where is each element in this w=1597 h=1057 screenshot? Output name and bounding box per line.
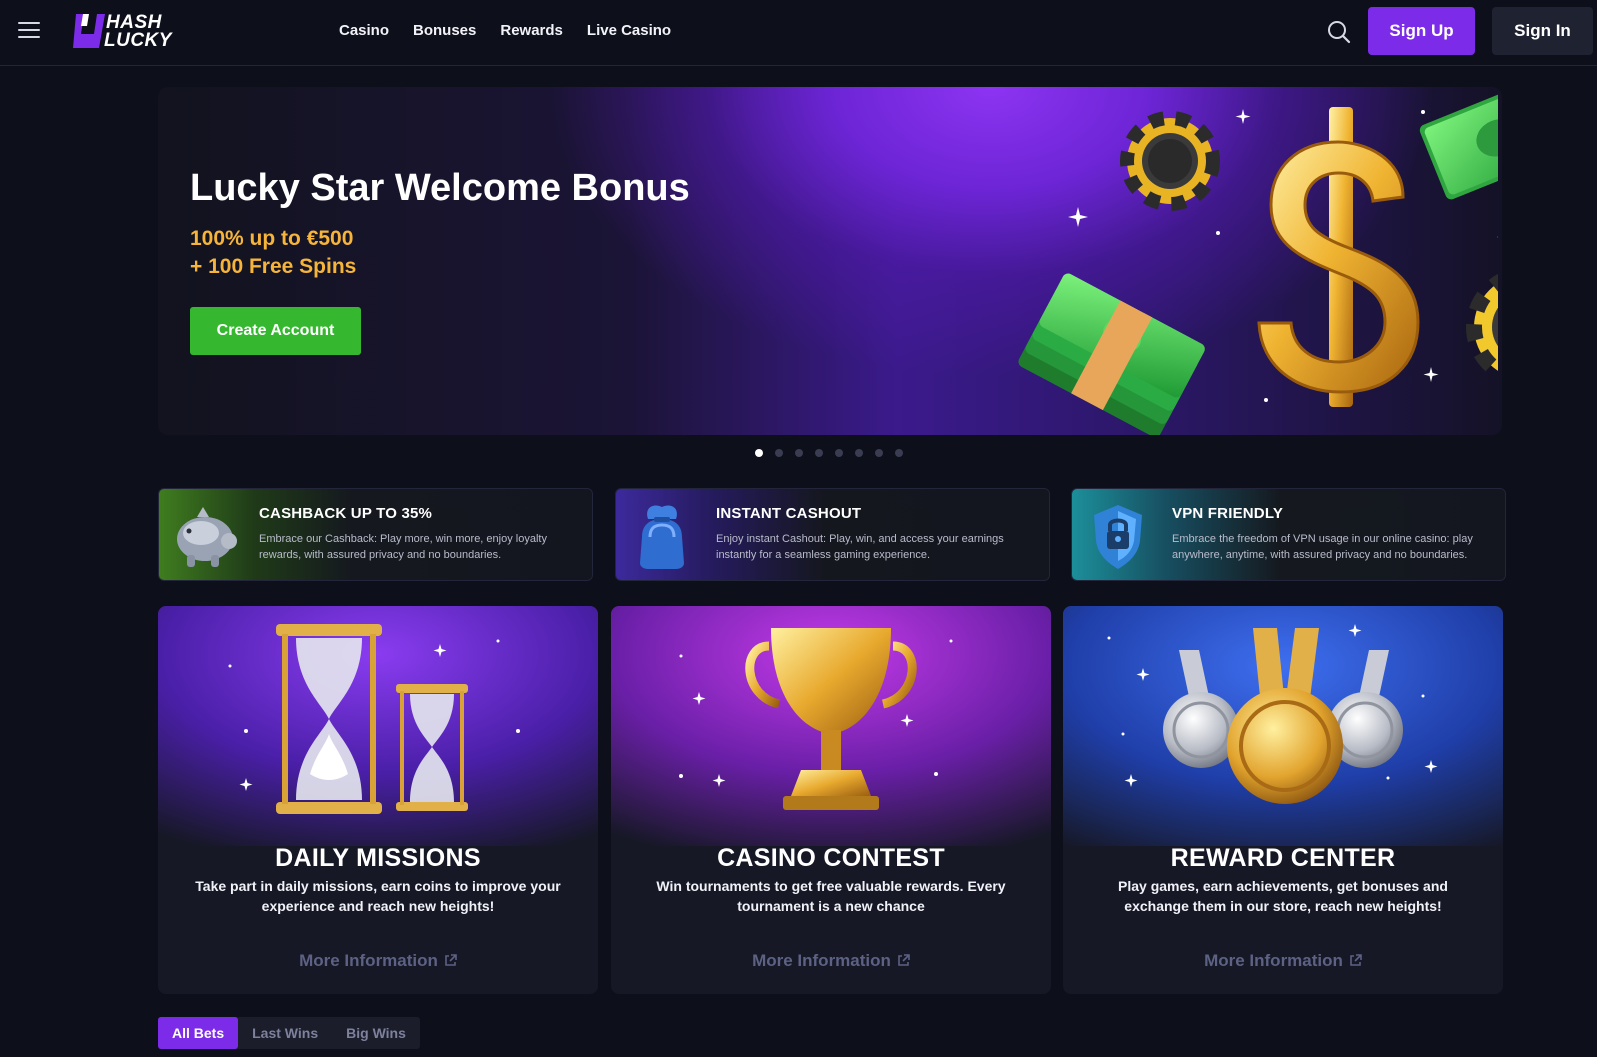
hero-bonus-amount: 100% up to €500 <box>190 227 354 250</box>
external-link-icon <box>898 954 910 966</box>
hashlucky-logo[interactable]: HASH LUCKY <box>70 11 180 51</box>
slide-dot-4[interactable] <box>815 449 823 457</box>
search-icon[interactable] <box>1326 19 1352 45</box>
shield-lock-icon <box>1094 505 1142 569</box>
sign-in-button[interactable]: Sign In <box>1492 7 1593 55</box>
medals-icon <box>1063 606 1503 846</box>
external-link-icon <box>1350 954 1362 966</box>
more-information-link[interactable]: More Information <box>611 951 1051 971</box>
sign-up-button[interactable]: Sign Up <box>1368 7 1475 55</box>
slide-dot-2[interactable] <box>775 449 783 457</box>
hamburger-menu-icon[interactable] <box>18 20 42 40</box>
tab-all-bets[interactable]: All Bets <box>158 1017 239 1049</box>
feature-description: Enjoy instant Cashout: Play, win, and ac… <box>716 533 1004 561</box>
create-account-button[interactable]: Create Account <box>190 307 361 355</box>
money-bag-icon <box>640 505 684 569</box>
tab-last-wins[interactable]: Last Wins <box>238 1017 332 1049</box>
feature-instant-cashout[interactable]: INSTANT CASHOUT Enjoy instant Cashout: P… <box>615 488 1050 581</box>
card-reward-center[interactable]: REWARD CENTER Play games, earn achieveme… <box>1063 606 1503 994</box>
hero-title: Lucky Star Welcome Bonus <box>190 167 690 209</box>
more-information-label: More Information <box>752 951 891 970</box>
piggy-bank-icon <box>177 507 237 567</box>
more-information-link[interactable]: More Information <box>1063 951 1503 971</box>
slide-dot-6[interactable] <box>855 449 863 457</box>
hero-free-spins: + 100 Free Spins <box>190 255 357 278</box>
trophy-icon <box>611 606 1051 846</box>
hero-banner[interactable]: Lucky Star Welcome Bonus 100% up to €500… <box>158 87 1502 435</box>
card-description: Play games, earn achievements, get bonus… <box>1118 878 1448 914</box>
slide-dot-8[interactable] <box>895 449 903 457</box>
external-link-icon <box>445 954 457 966</box>
card-title: CASINO CONTEST <box>717 844 945 872</box>
feature-title: VPN FRIENDLY <box>1172 505 1284 522</box>
card-description: Take part in daily missions, earn coins … <box>195 878 561 914</box>
hero-dollar-art-icon <box>1018 87 1498 435</box>
hero-slide-dots <box>755 449 903 457</box>
nav-casino[interactable]: Casino <box>339 22 389 39</box>
card-title: REWARD CENTER <box>1170 844 1396 872</box>
more-information-label: More Information <box>1204 951 1343 970</box>
logo-text-bottom: LUCKY <box>104 30 172 51</box>
card-daily-missions[interactable]: DAILY MISSIONS Take part in daily missio… <box>158 606 598 994</box>
top-header: HASH LUCKY Casino Bonuses Rewards Live C… <box>0 0 1597 66</box>
slide-dot-3[interactable] <box>795 449 803 457</box>
nav-live-casino[interactable]: Live Casino <box>587 22 671 39</box>
slide-dot-5[interactable] <box>835 449 843 457</box>
nav-bonuses[interactable]: Bonuses <box>413 22 476 39</box>
bets-tab-bar: All Bets Last Wins Big Wins <box>158 1017 420 1049</box>
slide-dot-7[interactable] <box>875 449 883 457</box>
tab-big-wins[interactable]: Big Wins <box>332 1017 420 1049</box>
hourglass-icon <box>158 606 598 846</box>
feature-title: CASHBACK UP TO 35% <box>259 505 433 522</box>
card-title: DAILY MISSIONS <box>275 844 481 872</box>
feature-description: Embrace our Cashback: Play more, win mor… <box>259 533 547 561</box>
feature-title: INSTANT CASHOUT <box>716 505 862 522</box>
more-information-label: More Information <box>299 951 438 970</box>
feature-cashback[interactable]: CASHBACK UP TO 35% Embrace our Cashback:… <box>158 488 593 581</box>
card-casino-contest[interactable]: CASINO CONTEST Win tournaments to get fr… <box>611 606 1051 994</box>
main-nav: Casino Bonuses Rewards Live Casino <box>339 22 671 39</box>
slide-dot-1[interactable] <box>755 449 763 457</box>
more-information-link[interactable]: More Information <box>158 951 598 971</box>
feature-vpn-friendly[interactable]: VPN FRIENDLY Embrace the freedom of VPN … <box>1071 488 1506 581</box>
feature-description: Embrace the freedom of VPN usage in our … <box>1172 533 1473 561</box>
nav-rewards[interactable]: Rewards <box>500 22 563 39</box>
card-description: Win tournaments to get free valuable rew… <box>656 878 1006 914</box>
